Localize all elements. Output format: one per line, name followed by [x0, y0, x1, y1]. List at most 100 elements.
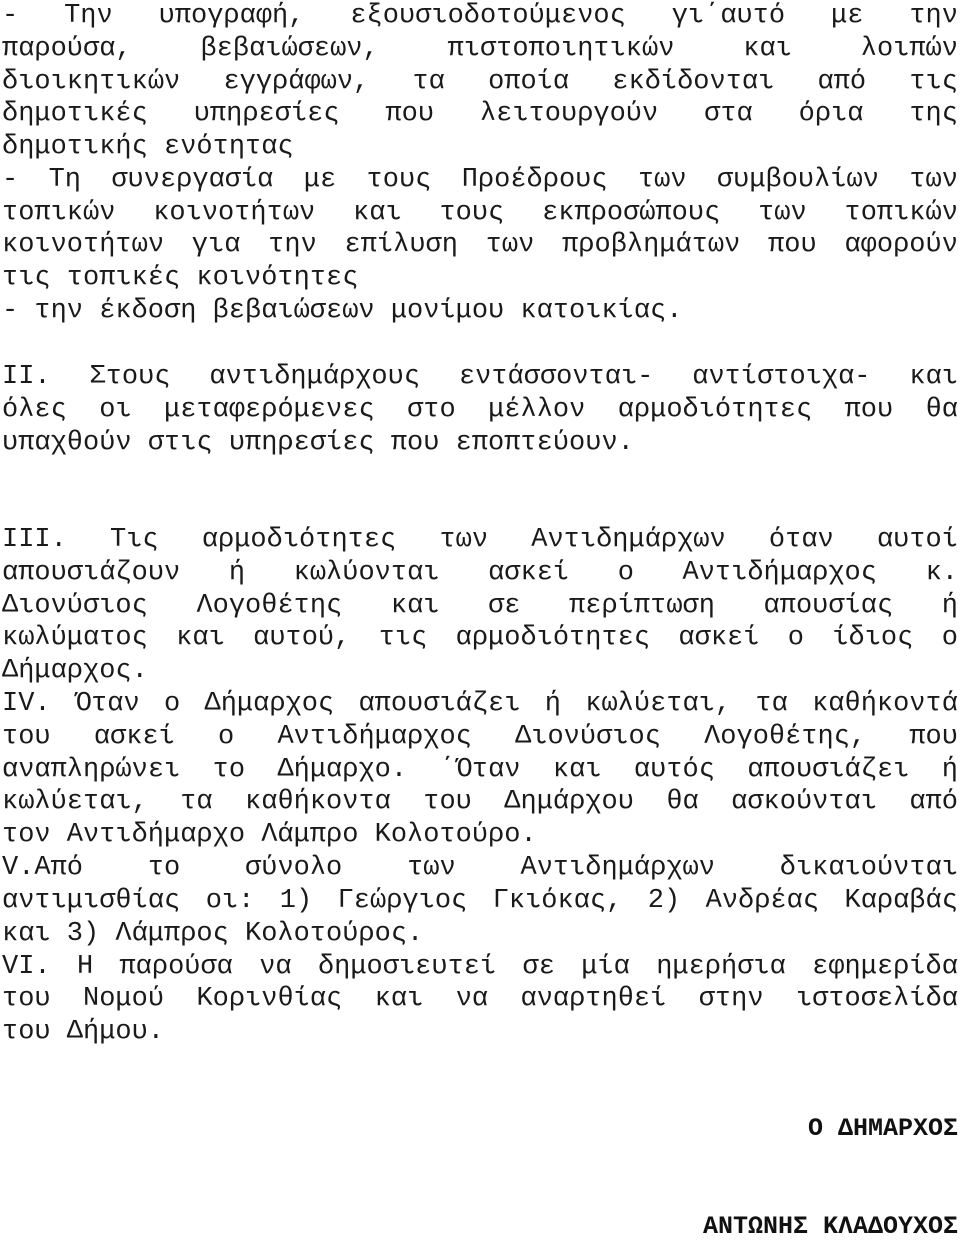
- word: τα: [755, 689, 788, 719]
- word: πιστοποιητικών: [447, 34, 675, 64]
- word: τοπικών: [2, 198, 116, 228]
- word: στην: [698, 984, 764, 1014]
- word: και: [353, 198, 402, 228]
- word: με: [831, 1, 864, 31]
- word: λοιπών: [860, 34, 958, 64]
- text-line: κωλύεται, τα καθήκοντα του Δημάρχου θα ασκούντ…: [2, 786, 958, 818]
- word: εκπροσώπους: [542, 198, 721, 228]
- word: ασκούνται: [731, 787, 877, 817]
- word: εντάσσονται-: [458, 362, 654, 392]
- text-line: Διονύσιος Λογοθέτης και σε περίπτωση απουσίας…: [2, 590, 958, 622]
- word: III.: [2, 525, 67, 555]
- text-line: απουσιάζουν ή κωλύονται ασκεί ο Αντιδήμαρχος κ…: [2, 557, 958, 589]
- word: το: [212, 755, 246, 785]
- text-line: όλες οι μεταφερόμενες στο μέλλον αρμοδιότητες…: [2, 394, 958, 426]
- text-line: του ασκεί ο Αντιδήμαρχος Διονύσιος Λογοθέτης,…: [2, 721, 958, 753]
- word: και: [909, 362, 958, 392]
- word: κωλύονται: [293, 558, 440, 588]
- word: την: [268, 230, 317, 260]
- text-line: του Δήμου.: [2, 1016, 958, 1048]
- word: την: [34, 296, 83, 326]
- text-line: υπαχθούν στις υπηρεσίες που εποπτεύουν.: [2, 427, 958, 459]
- word: αντιμισθίας: [2, 886, 181, 916]
- word: της: [909, 99, 958, 129]
- text-line: VI. Ηπαρούσα να δημοσιευτεί σε μία ημερήσια εφη…: [2, 951, 958, 983]
- word: II.: [2, 362, 51, 392]
- word: εκδίδονται: [612, 67, 775, 97]
- word: 3): [66, 919, 100, 949]
- word: ίδιος: [832, 623, 914, 653]
- word: Αντιδήμαρχος: [277, 722, 472, 752]
- word: να: [259, 952, 292, 982]
- word: σύνολο: [245, 853, 343, 883]
- word: διοικητικών: [2, 67, 181, 97]
- word: ενότητας: [164, 132, 294, 162]
- text-line: Δήμαρχος.: [2, 655, 958, 687]
- word: θα: [666, 787, 699, 817]
- word: Διονύσιος: [515, 722, 661, 752]
- text-line: αναπληρώνει το Δήμαρχο. ΄Όταν και αυτός απουσι…: [2, 754, 958, 786]
- text-line: - Την υπογραφή, εξουσιοδοτούμενος γι΄αυτό με τ…: [2, 0, 958, 32]
- word: και: [176, 623, 225, 653]
- word: συμβουλίων: [716, 165, 879, 195]
- word: όρια: [798, 99, 864, 129]
- word: αντιδημάρχους: [209, 362, 421, 392]
- word: λειτουργούν: [479, 99, 659, 129]
- word: Αντιδήμαρχο: [66, 820, 246, 850]
- word: Γεώργιος: [337, 886, 468, 916]
- text-line: τις τοπικές κοινότητες: [2, 262, 958, 294]
- word: που: [909, 722, 958, 752]
- word: Προέδρους: [461, 165, 608, 195]
- word: στα: [704, 99, 753, 129]
- word: προβλημάτων: [562, 230, 741, 260]
- text-line: - Τη συνεργασία με τους Προέδρους των συμβουλίω…: [2, 164, 958, 196]
- word: μονίμου: [390, 296, 505, 326]
- word: καθήκοντα: [245, 787, 391, 817]
- text-line: αντιμισθίας οι: 1) Γεώργιος Γκιόκας, 2) Ανδρέα…: [2, 885, 958, 917]
- text-line: τον Αντιδήμαρχο Λάμπρο Κολοτούρο.: [2, 819, 958, 851]
- word: αυτός: [633, 755, 715, 785]
- word: δημοτικές: [2, 99, 148, 129]
- word: σε: [488, 591, 521, 621]
- text-line: V.Από το σύνολο των Αντιδημάρχων δικαιούνται: [2, 852, 958, 884]
- word: Λάμπρος: [115, 919, 229, 949]
- word: και: [552, 755, 602, 785]
- word: ή: [941, 755, 958, 785]
- word: ημερήσια: [656, 952, 786, 982]
- word: θα: [925, 395, 958, 425]
- text-line: κωλύματος και αυτού, τις αρμοδιότητες ασκεί ο ί…: [2, 622, 958, 654]
- word: -: [2, 296, 19, 326]
- word: Την: [64, 1, 113, 31]
- word: Κολοτούρος.: [245, 919, 424, 949]
- word: υπαχθούν: [2, 428, 132, 458]
- word: βεβαιώσεων: [212, 296, 375, 326]
- word: Γκιόκας,: [492, 886, 623, 916]
- word: αυτοί: [876, 525, 958, 555]
- word: 2): [647, 886, 681, 916]
- word: δημοτικής: [2, 132, 148, 162]
- word: -: [2, 165, 19, 195]
- word: τις: [378, 623, 428, 653]
- word: αυτού,: [253, 623, 351, 653]
- text-line: κοινοτήτων για την επίλυση των προβλημάτων που…: [2, 229, 958, 261]
- word: Τη: [48, 165, 81, 195]
- text-line: του Νομού Κορινθίας και να αναρτηθεί στην ιστοσ…: [2, 983, 958, 1015]
- word: των: [407, 853, 456, 883]
- word: για: [191, 230, 241, 260]
- word: απουσιάζει: [358, 689, 521, 719]
- word: και: [2, 919, 51, 949]
- word: τοπικών: [844, 198, 958, 228]
- word: ο: [941, 623, 958, 653]
- word: Λογοθέτης: [196, 591, 343, 621]
- word: εποπτεύουν.: [455, 428, 634, 458]
- word: Ανδρέας: [705, 886, 820, 916]
- word: τις: [2, 263, 51, 293]
- text-line: II. Στους αντιδημάρχους εντάσσονται-αντίστο…: [2, 361, 958, 393]
- word: Αντιδήμαρχος: [682, 558, 877, 588]
- word: Δήμου.: [66, 1017, 165, 1047]
- word: και: [374, 984, 424, 1014]
- word: υπογραφή,: [158, 1, 305, 31]
- text-line: - την έκδοση βεβαιώσεων μονίμου κατοικίας.: [2, 295, 958, 327]
- word: ή: [228, 558, 246, 588]
- word: περίπτωση: [569, 591, 715, 621]
